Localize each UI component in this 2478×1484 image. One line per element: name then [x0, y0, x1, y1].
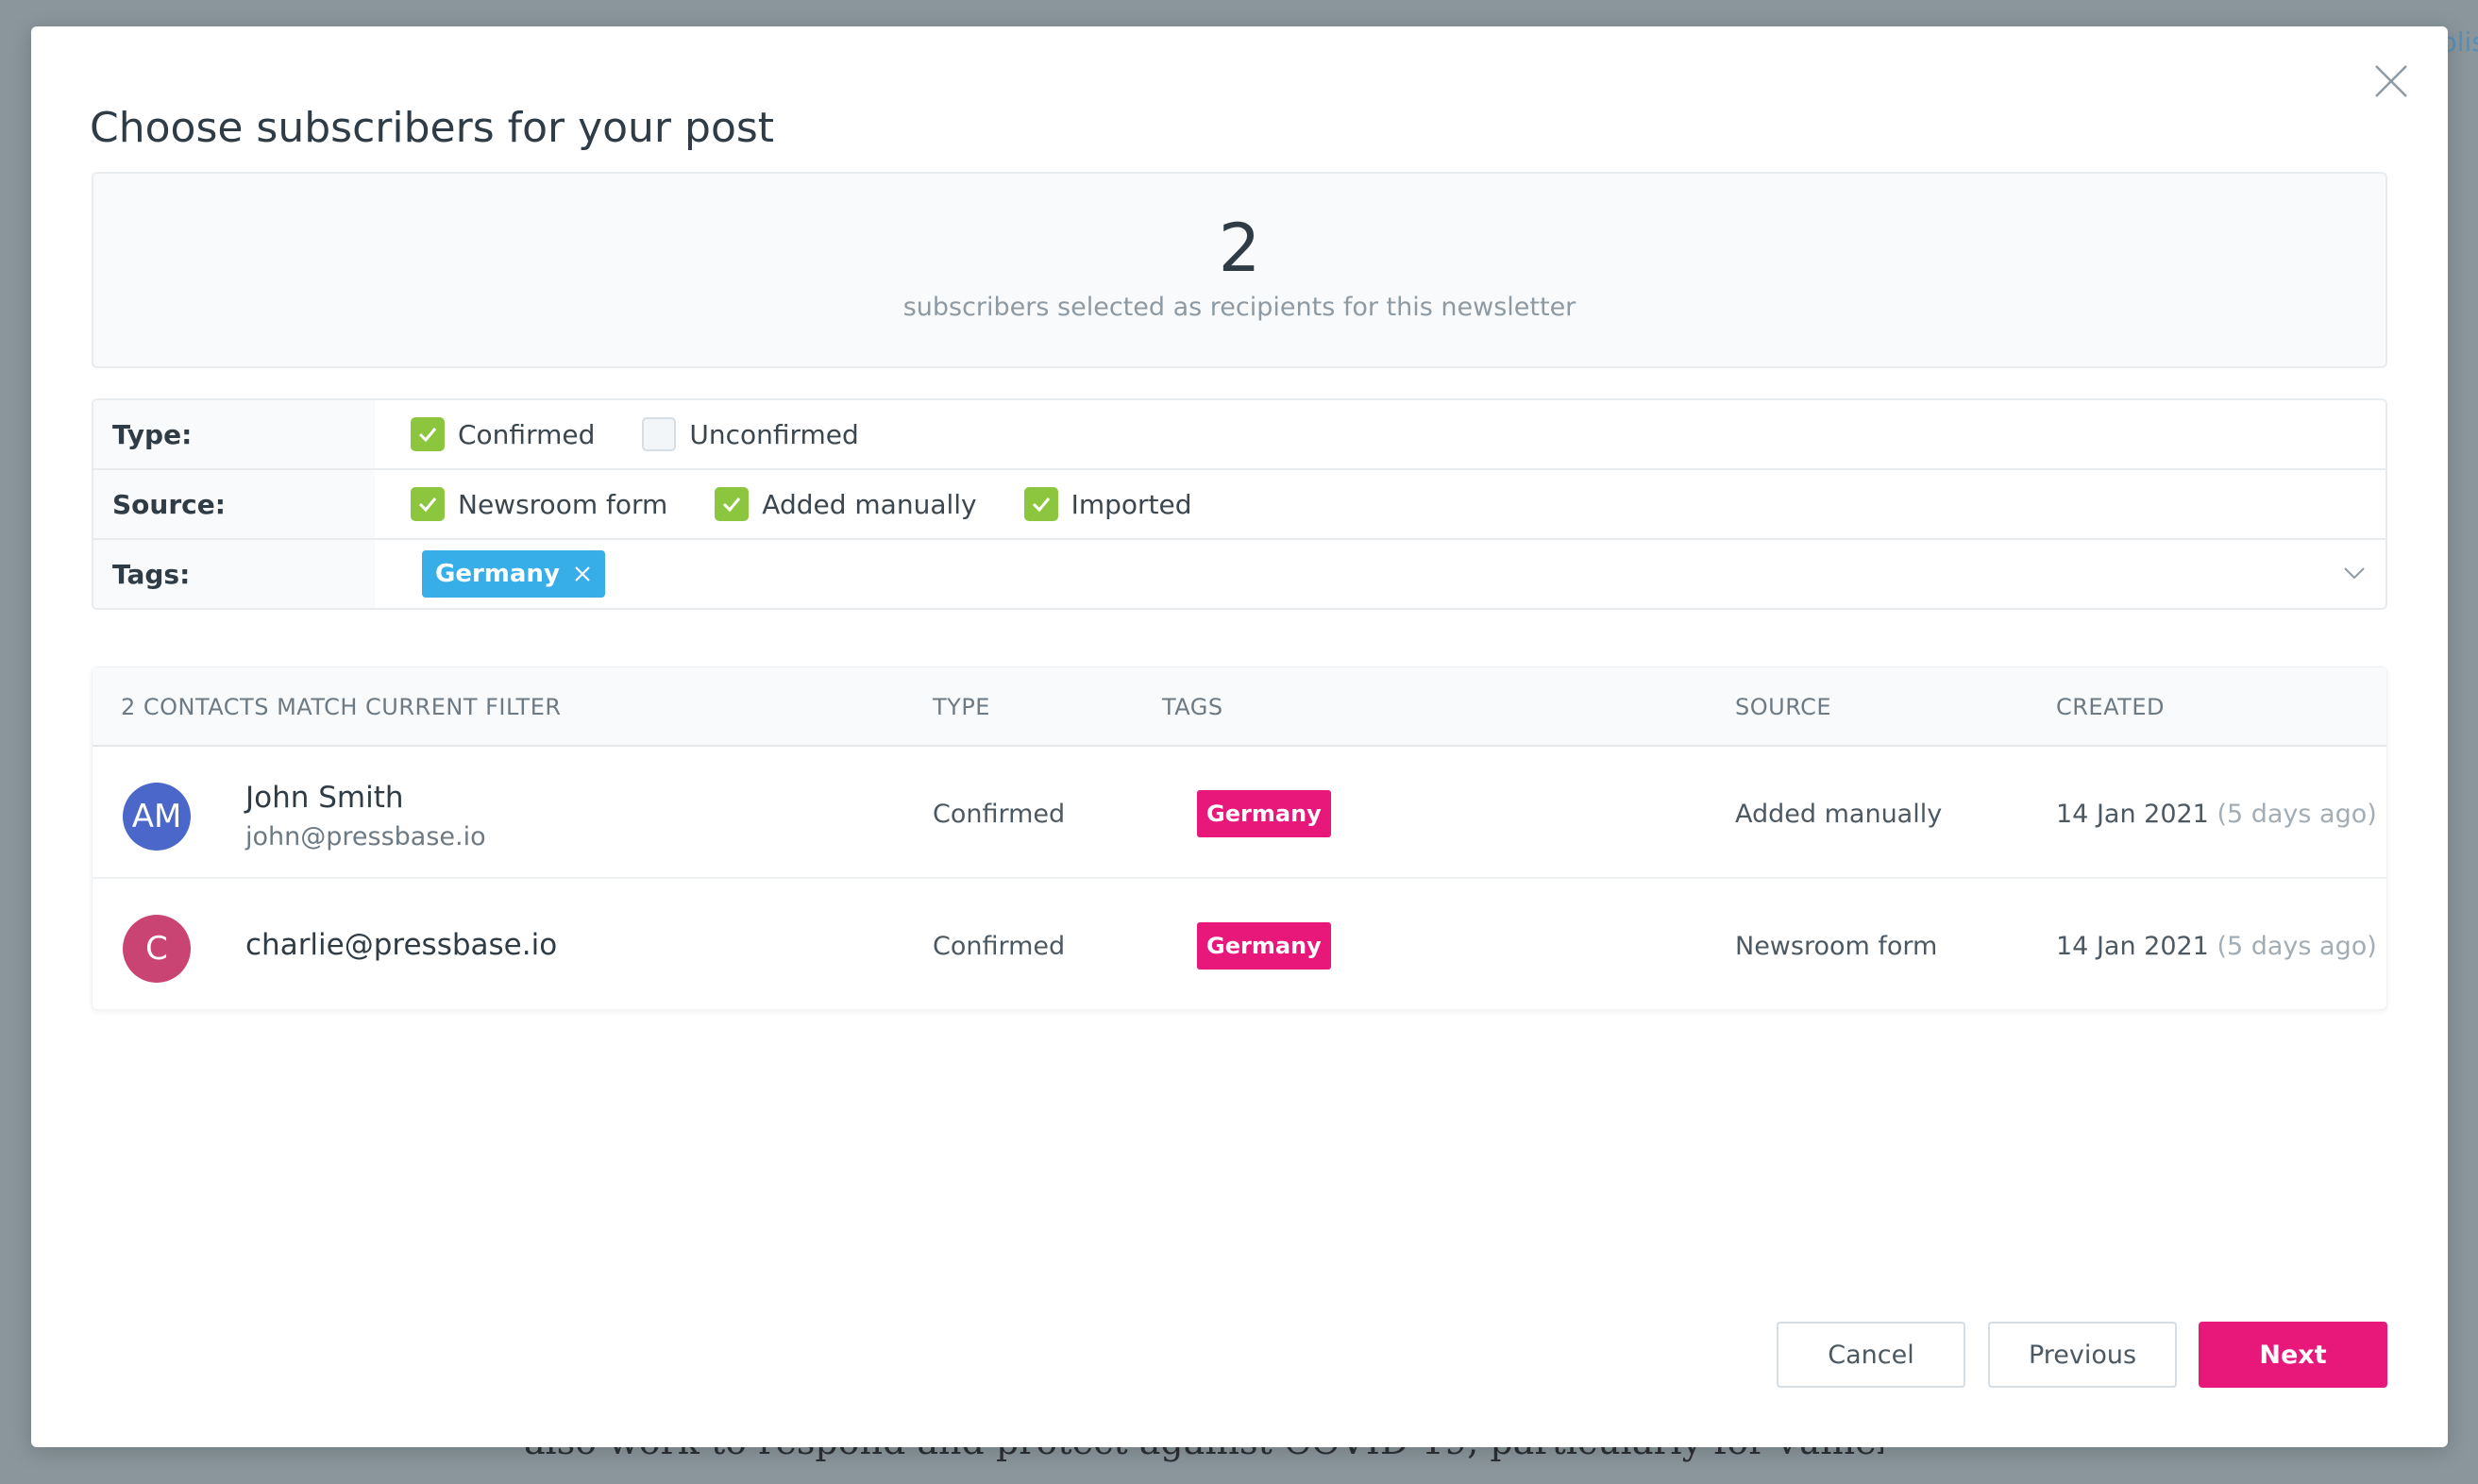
contact-source: Added manually	[1735, 800, 1943, 829]
contact-type: Confirmed	[933, 800, 1066, 829]
checkbox-confirmed[interactable]: Confirmed	[411, 417, 595, 451]
checkbox-imported[interactable]: Imported	[1023, 487, 1192, 521]
created-date: 14 Jan 2021	[2056, 800, 2209, 829]
next-button[interactable]: Next	[2199, 1322, 2387, 1388]
table-row[interactable]: AM John Smith john@pressbase.io Confirme…	[93, 747, 2386, 879]
filter-row-type: Type: Confirmed Unconfirmed	[93, 400, 2385, 470]
header-type: TYPE	[933, 694, 990, 720]
close-icon	[2375, 65, 2407, 97]
header-tags: TAGS	[1162, 694, 1223, 720]
checkmark-icon	[411, 487, 445, 521]
selected-count: 2	[1218, 210, 1261, 287]
checkmark-icon	[1023, 487, 1058, 521]
table-header: 2 CONTACTS MATCH CURRENT FILTER TYPE TAG…	[93, 667, 2386, 747]
contact-name: John Smith	[245, 781, 404, 815]
checkbox-unconfirmed[interactable]: Unconfirmed	[642, 417, 859, 451]
chevron-down-icon[interactable]	[2342, 561, 2367, 585]
filter-row-tags: Tags: Germany	[93, 540, 2385, 608]
modal-title: Choose subscribers for your post	[90, 104, 775, 152]
contact-created: 14 Jan 2021 (5 days ago)	[2056, 800, 2377, 829]
checkbox-label: Confirmed	[458, 418, 596, 450]
filter-row-source: Source: Newsroom form Added manually Imp…	[93, 470, 2385, 540]
tag-remove-icon[interactable]	[573, 565, 592, 583]
avatar: C	[123, 915, 191, 983]
contact-tag-badge: Germany	[1197, 922, 1331, 970]
created-date: 14 Jan 2021	[2056, 932, 2209, 961]
checkbox-label: Newsroom form	[458, 488, 668, 520]
checkbox-empty-icon	[642, 417, 677, 451]
header-source: SOURCE	[1735, 694, 1832, 720]
close-button[interactable]	[2370, 60, 2412, 102]
header-contacts: 2 CONTACTS MATCH CURRENT FILTER	[121, 694, 562, 720]
tag-chip-label: Germany	[435, 560, 560, 588]
contact-type: Confirmed	[933, 932, 1066, 961]
checkmark-icon	[715, 487, 750, 521]
tags-select[interactable]: Germany	[375, 540, 2385, 608]
contact-email: john@pressbase.io	[245, 822, 486, 852]
checkmark-icon	[411, 417, 445, 451]
checkbox-label: Added manually	[762, 488, 977, 520]
table-row[interactable]: C charlie@pressbase.io Confirmed Germany…	[93, 879, 2386, 1007]
contact-source: Newsroom form	[1735, 932, 1938, 961]
filter-label-tags: Tags:	[93, 540, 375, 608]
checkbox-label: Unconfirmed	[689, 418, 859, 450]
subscriber-modal: Choose subscribers for your post 2 subsc…	[31, 26, 2448, 1447]
checkbox-label: Imported	[1070, 488, 1192, 520]
created-relative: (5 days ago)	[2217, 800, 2377, 829]
checkbox-added-manually[interactable]: Added manually	[715, 487, 977, 521]
created-relative: (5 days ago)	[2217, 932, 2377, 961]
filter-panel: Type: Confirmed Unconfirmed Source: News…	[92, 398, 2387, 610]
cancel-button[interactable]: Cancel	[1777, 1322, 1965, 1388]
filter-label-type: Type:	[93, 400, 375, 468]
selected-count-caption: subscribers selected as recipients for t…	[902, 293, 1576, 322]
contact-email: charlie@pressbase.io	[245, 928, 558, 962]
contact-created: 14 Jan 2021 (5 days ago)	[2056, 932, 2377, 961]
previous-button[interactable]: Previous	[1988, 1322, 2177, 1388]
contact-tag-badge: Germany	[1197, 790, 1331, 837]
checkbox-newsroom-form[interactable]: Newsroom form	[411, 487, 667, 521]
header-created: CREATED	[2056, 694, 2165, 720]
contacts-table: 2 CONTACTS MATCH CURRENT FILTER TYPE TAG…	[92, 666, 2387, 1010]
selection-summary: 2 subscribers selected as recipients for…	[92, 172, 2387, 368]
avatar: AM	[123, 783, 191, 851]
filter-label-source: Source:	[93, 470, 375, 538]
selected-tag-chip: Germany	[422, 550, 605, 598]
